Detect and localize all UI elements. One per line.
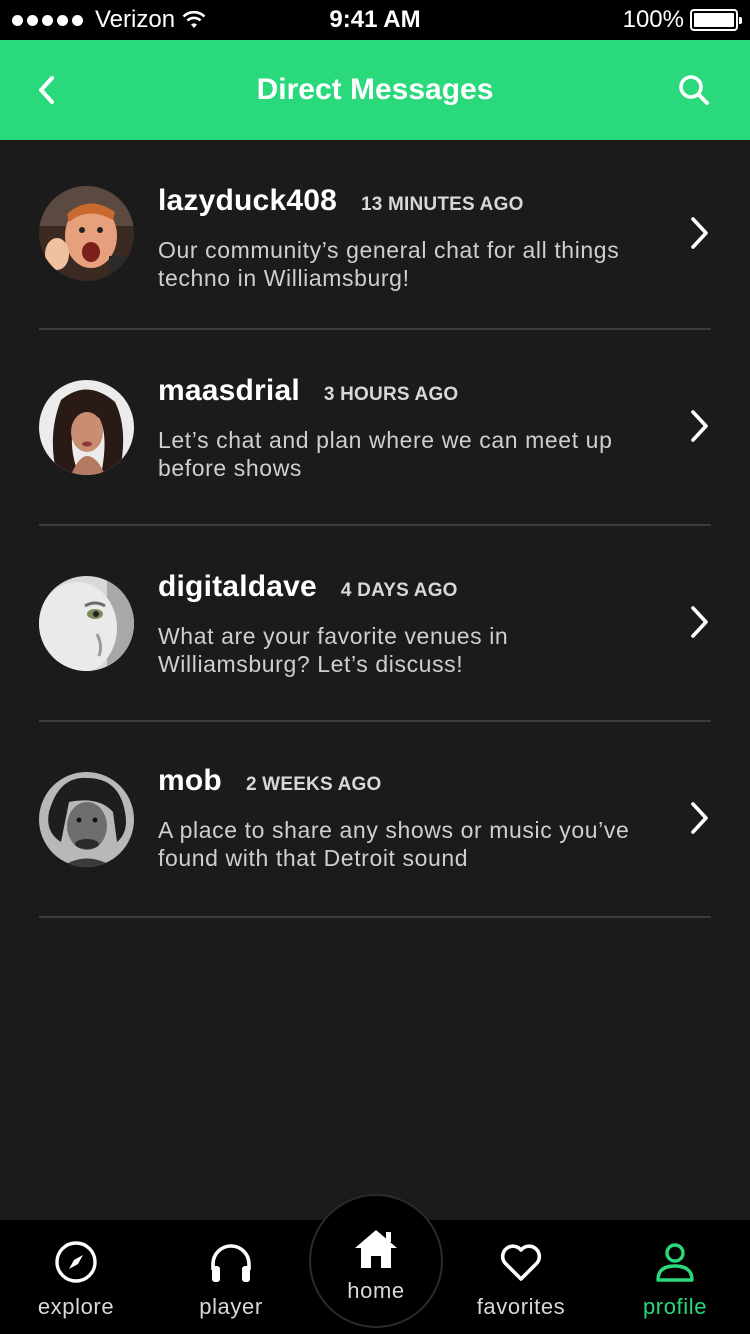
tab-favorites[interactable]: favorites xyxy=(446,1220,596,1334)
tab-home[interactable]: home xyxy=(309,1194,443,1328)
status-right: 100% xyxy=(622,0,742,40)
timestamp: 4 DAYS AGO xyxy=(340,580,458,601)
chevron-right-icon xyxy=(691,802,708,834)
battery-percent: 100% xyxy=(622,6,684,33)
chevron-right-icon xyxy=(691,410,708,442)
heart-icon xyxy=(500,1244,542,1281)
conversation-row[interactable]: maasdrial 3 HOURS AGO Let’s chat and pla… xyxy=(39,330,711,526)
username: maasdrial xyxy=(158,374,300,407)
timestamp: 3 HOURS AGO xyxy=(323,384,459,405)
avatar xyxy=(39,772,134,867)
tab-explore[interactable]: explore xyxy=(1,1220,151,1334)
tab-label: favorites xyxy=(476,1294,566,1319)
message-preview: What are your favorite venues in William… xyxy=(158,623,509,677)
avatar xyxy=(39,186,134,281)
message-preview: Our community’s general chat for all thi… xyxy=(158,237,620,291)
avatar xyxy=(39,576,134,671)
conversation-text: maasdrial 3 HOURS AGO Let’s chat and pla… xyxy=(158,374,631,482)
username: lazyduck408 xyxy=(158,184,337,217)
compass-icon xyxy=(55,1241,97,1283)
conversation-list: lazyduck408 13 MINUTES AGO Our community… xyxy=(0,140,750,918)
tab-profile[interactable]: profile xyxy=(600,1220,750,1334)
page-title: Direct Messages xyxy=(256,73,494,106)
username: mob xyxy=(158,764,222,797)
username: digitaldave xyxy=(158,570,317,603)
conversation-row[interactable]: digitaldave 4 DAYS AGO What are your fav… xyxy=(39,526,711,722)
timestamp: 2 WEEKS AGO xyxy=(245,774,382,795)
tab-label: player xyxy=(199,1294,263,1319)
name-line: mob 2 WEEKS AGO xyxy=(158,764,631,798)
name-line: maasdrial 3 HOURS AGO xyxy=(158,374,631,408)
tab-label: home xyxy=(347,1278,405,1303)
nav-header: Direct Messages xyxy=(0,40,750,140)
user-icon xyxy=(656,1243,694,1282)
headphones-icon xyxy=(211,1244,251,1282)
conversation-row[interactable]: mob 2 WEEKS AGO A place to share any sho… xyxy=(39,722,711,918)
tab-player[interactable]: player xyxy=(156,1220,306,1334)
message-preview: Let’s chat and plan where we can meet up… xyxy=(158,427,613,481)
tab-label: explore xyxy=(37,1294,115,1319)
conversation-text: lazyduck408 13 MINUTES AGO Our community… xyxy=(158,184,631,292)
conversation-text: mob 2 WEEKS AGO A place to share any sho… xyxy=(158,764,631,872)
avatar xyxy=(39,380,134,475)
message-preview: A place to share any shows or music you’… xyxy=(158,817,630,871)
tab-label: profile xyxy=(642,1294,708,1319)
search-icon xyxy=(679,75,709,105)
chevron-right-icon xyxy=(691,606,708,638)
status-bar: Verizon 9:41 AM 100% xyxy=(0,0,750,40)
timestamp: 13 MINUTES AGO xyxy=(360,194,524,215)
conversation-text: digitaldave 4 DAYS AGO What are your fav… xyxy=(158,570,631,678)
battery-icon xyxy=(690,9,742,31)
name-line: lazyduck408 13 MINUTES AGO xyxy=(158,184,631,218)
conversation-row[interactable]: lazyduck408 13 MINUTES AGO Our community… xyxy=(39,140,711,330)
search-button[interactable] xyxy=(674,70,714,110)
home-icon xyxy=(355,1230,397,1268)
name-line: digitaldave 4 DAYS AGO xyxy=(158,570,631,604)
chevron-right-icon xyxy=(691,217,708,249)
